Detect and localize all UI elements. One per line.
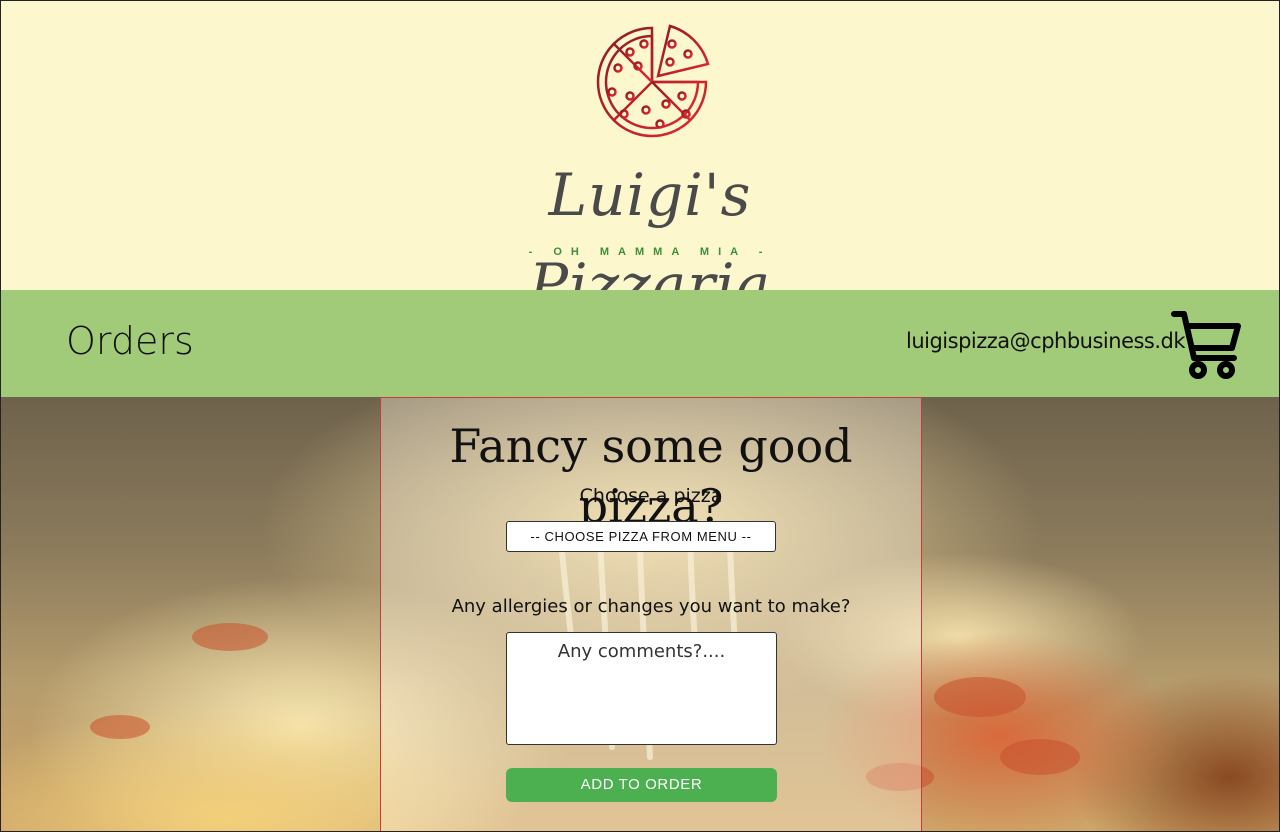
- navbar: Orders luigispizza@cphbusiness.dk: [0, 290, 1280, 397]
- brand-name: Luigi's Pizzaria: [528, 161, 772, 319]
- allergies-label: Any allergies or changes you want to mak…: [451, 596, 851, 617]
- contact-email: luigispizza@cphbusiness.dk: [906, 329, 1186, 353]
- order-form-title: Fancy some good pizza?: [449, 419, 853, 533]
- comments-textarea[interactable]: Any comments?....: [506, 632, 777, 745]
- brand-tagline: - OH MAMMA MIA -: [528, 246, 772, 258]
- pizza-icon: [596, 24, 710, 138]
- add-to-order-button[interactable]: ADD TO ORDER: [506, 768, 777, 802]
- header: Luigi's Pizzaria - OH MAMMA MIA -: [0, 0, 1280, 319]
- pizza-select-dropdown[interactable]: -- CHOOSE PIZZA FROM MENU --: [506, 521, 776, 552]
- order-form-panel: Fancy some good pizza? Choose a pizza --…: [380, 397, 922, 832]
- choose-pizza-label: Choose a pizza: [579, 485, 723, 507]
- nav-orders-link[interactable]: Orders: [66, 316, 194, 366]
- shopping-cart-icon[interactable]: [1170, 308, 1242, 380]
